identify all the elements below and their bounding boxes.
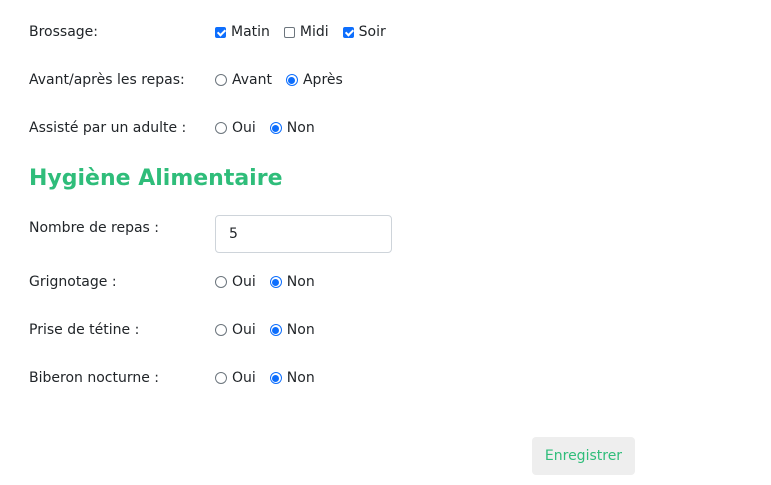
grignotage-label: Grignotage : [29,274,117,290]
brossage-label: Brossage: [29,24,99,40]
biberon-oui-option[interactable]: Oui [215,366,256,390]
biberon-row: Biberon nocturne : Oui Non [0,366,771,390]
tetine-non-option[interactable]: Non [269,318,315,342]
tetine-options: Oui Non [215,318,329,342]
avant-label[interactable]: Avant [232,68,272,92]
grignotage-non-label[interactable]: Non [287,270,315,294]
save-button[interactable]: Enregistrer [532,437,635,475]
tetine-row: Prise de tétine : Oui Non [0,318,771,342]
repas-timing-label: Avant/après les repas: [29,72,185,88]
repas-timing-row: Avant/après les repas: Avant Après [0,68,771,92]
avant-option[interactable]: Avant [215,68,272,92]
brossage-options: Matin Midi Soir [215,20,400,44]
tetine-oui-label[interactable]: Oui [232,318,256,342]
biberon-oui-radio[interactable] [215,372,227,384]
apres-label[interactable]: Après [303,68,343,92]
soir-checkbox[interactable] [342,26,354,38]
section-title-hygiene-alimentaire: Hygiène Alimentaire [29,166,283,191]
midi-label[interactable]: Midi [300,20,329,44]
nombre-repas-label: Nombre de repas : [29,220,160,236]
assiste-oui-label[interactable]: Oui [232,116,256,140]
assiste-options: Oui Non [215,116,329,140]
assiste-label: Assisté par un adulte : [29,120,187,136]
grignotage-non-option[interactable]: Non [269,270,315,294]
assiste-row: Assisté par un adulte : Oui Non [0,116,771,140]
grignotage-oui-label[interactable]: Oui [232,270,256,294]
repas-timing-options: Avant Après [215,68,357,92]
assiste-oui-radio[interactable] [215,122,227,134]
avant-radio[interactable] [215,74,227,86]
biberon-options: Oui Non [215,366,329,390]
assiste-non-radio[interactable] [269,122,282,134]
brossage-matin-option[interactable]: Matin [215,20,270,44]
brossage-midi-option[interactable]: Midi [283,20,329,44]
biberon-non-label[interactable]: Non [287,366,315,390]
assiste-oui-option[interactable]: Oui [215,116,256,140]
nombre-repas-input[interactable] [215,215,392,253]
assiste-non-label[interactable]: Non [287,116,315,140]
apres-option[interactable]: Après [285,68,343,92]
grignotage-options: Oui Non [215,270,329,294]
matin-checkbox[interactable] [215,26,226,38]
biberon-label: Biberon nocturne : [29,370,159,386]
brossage-row: Brossage: Matin Midi Soir [0,20,771,44]
matin-label[interactable]: Matin [231,20,270,44]
grignotage-oui-option[interactable]: Oui [215,270,256,294]
biberon-non-option[interactable]: Non [269,366,315,390]
grignotage-non-radio[interactable] [269,276,282,288]
biberon-oui-label[interactable]: Oui [232,366,256,390]
biberon-non-radio[interactable] [269,372,282,384]
soir-label[interactable]: Soir [359,20,386,44]
tetine-label: Prise de tétine : [29,322,140,338]
grignotage-oui-radio[interactable] [215,276,227,288]
tetine-non-label[interactable]: Non [287,318,315,342]
brossage-soir-option[interactable]: Soir [342,20,386,44]
midi-checkbox[interactable] [283,26,295,38]
tetine-oui-radio[interactable] [215,324,227,336]
grignotage-row: Grignotage : Oui Non [0,270,771,294]
assiste-non-option[interactable]: Non [269,116,315,140]
tetine-non-radio[interactable] [269,324,282,336]
apres-radio[interactable] [285,74,298,86]
tetine-oui-option[interactable]: Oui [215,318,256,342]
